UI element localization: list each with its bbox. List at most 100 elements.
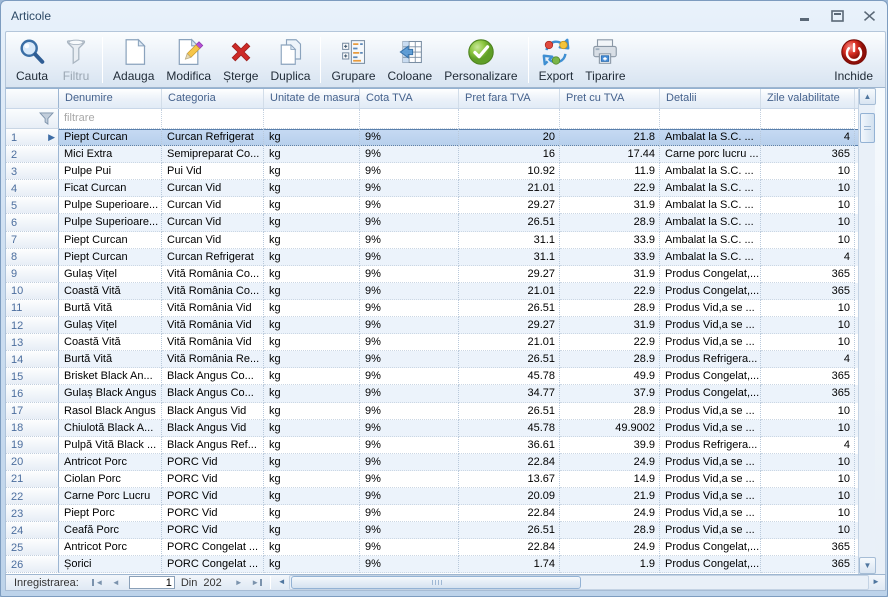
row-number[interactable]: 21: [6, 471, 59, 488]
cell-detalii[interactable]: Produs Vid,a se ...: [660, 317, 761, 334]
cell-pret-fara-tva[interactable]: 26.51: [459, 300, 560, 317]
cell-detalii[interactable]: Produs Refrigera...: [660, 437, 761, 454]
cell-zile-valabilitate[interactable]: 10: [761, 420, 855, 437]
cell-categoria[interactable]: Curcan Vid: [162, 214, 264, 231]
table-row[interactable]: 24Ceafă PorcPORC Vidkg9%26.5128.9Produs …: [6, 522, 885, 539]
cell-detalii[interactable]: Ambalat la S.C. ...: [660, 163, 761, 180]
row-number[interactable]: 19: [6, 437, 59, 454]
table-row[interactable]: 3Pulpe PuiPui Vidkg9%10.9211.9Ambalat la…: [6, 163, 885, 180]
cell-pret-cu-tva[interactable]: 11.9: [560, 163, 660, 180]
cell-categoria[interactable]: Vită România Co...: [162, 266, 264, 283]
row-number[interactable]: 20: [6, 454, 59, 471]
cell-cota-tva[interactable]: 9%: [360, 197, 459, 214]
cell-pret-cu-tva[interactable]: 37.9: [560, 385, 660, 402]
current-record-input[interactable]: [129, 576, 175, 589]
vertical-scroll-track[interactable]: [859, 105, 875, 557]
cell-pret-fara-tva[interactable]: 13.67: [459, 471, 560, 488]
cell-denumire[interactable]: Pulpă Vită Black ...: [59, 437, 162, 454]
filter-row-header[interactable]: [6, 109, 59, 129]
cell-cota-tva[interactable]: 9%: [360, 539, 459, 556]
row-number[interactable]: 14: [6, 351, 59, 368]
tiparire-button[interactable]: Tiparire: [579, 34, 631, 86]
cell-denumire[interactable]: Pulpe Superioare...: [59, 214, 162, 231]
cell-unitate-de-masura[interactable]: kg: [264, 300, 360, 317]
table-row[interactable]: 26ȘoriciPORC Congelat ...kg9%1.741.9Prod…: [6, 556, 885, 573]
cell-unitate-de-masura[interactable]: kg: [264, 368, 360, 385]
cell-detalii[interactable]: Produs Congelat,...: [660, 539, 761, 556]
first-record-icon[interactable]: ◄: [89, 576, 107, 590]
filter-input-unitate-de-masura[interactable]: [264, 109, 360, 129]
cell-unitate-de-masura[interactable]: kg: [264, 129, 360, 146]
cell-pret-fara-tva[interactable]: 26.51: [459, 351, 560, 368]
cell-categoria[interactable]: PORC Congelat ...: [162, 539, 264, 556]
adauga-button[interactable]: Adauga: [107, 34, 160, 86]
column-header-pret-fara-tva[interactable]: Pret fara TVA: [459, 89, 560, 108]
cell-zile-valabilitate[interactable]: 10: [761, 471, 855, 488]
modifica-button[interactable]: Modifica: [160, 34, 217, 86]
table-row[interactable]: 1▶Piept CurcanCurcan Refrigeratkg9%2021.…: [6, 129, 885, 146]
cell-categoria[interactable]: PORC Vid: [162, 488, 264, 505]
cell-unitate-de-masura[interactable]: kg: [264, 505, 360, 522]
cell-pret-cu-tva[interactable]: 17.44: [560, 146, 660, 163]
cell-categoria[interactable]: Curcan Refrigerat: [162, 129, 264, 146]
cell-pret-fara-tva[interactable]: 16: [459, 146, 560, 163]
cell-zile-valabilitate[interactable]: 10: [761, 163, 855, 180]
cell-categoria[interactable]: Black Angus Ref...: [162, 437, 264, 454]
cell-categoria[interactable]: Vită România Vid: [162, 317, 264, 334]
row-number[interactable]: 5: [6, 197, 59, 214]
table-row[interactable]: 18Chiulotă Black A...Black Angus Vidkg9%…: [6, 420, 885, 437]
cell-zile-valabilitate[interactable]: 4: [761, 351, 855, 368]
cell-detalii[interactable]: Ambalat la S.C. ...: [660, 180, 761, 197]
cell-categoria[interactable]: Curcan Refrigerat: [162, 249, 264, 266]
cell-zile-valabilitate[interactable]: 10: [761, 454, 855, 471]
cell-categoria[interactable]: Black Angus Co...: [162, 385, 264, 402]
cell-categoria[interactable]: Vită România Vid: [162, 334, 264, 351]
cell-pret-cu-tva[interactable]: 22.9: [560, 283, 660, 300]
cell-unitate-de-masura[interactable]: kg: [264, 488, 360, 505]
cell-pret-cu-tva[interactable]: 24.9: [560, 454, 660, 471]
cell-pret-cu-tva[interactable]: 21.9: [560, 488, 660, 505]
cell-zile-valabilitate[interactable]: 10: [761, 197, 855, 214]
row-number[interactable]: 8: [6, 249, 59, 266]
cell-unitate-de-masura[interactable]: kg: [264, 266, 360, 283]
duplica-button[interactable]: Duplica: [264, 34, 316, 86]
row-number[interactable]: 24: [6, 522, 59, 539]
cell-zile-valabilitate[interactable]: 10: [761, 232, 855, 249]
table-row[interactable]: 22Carne Porc LucruPORC Vidkg9%20.0921.9P…: [6, 488, 885, 505]
cell-cota-tva[interactable]: 9%: [360, 403, 459, 420]
cell-pret-cu-tva[interactable]: 28.9: [560, 214, 660, 231]
cell-unitate-de-masura[interactable]: kg: [264, 334, 360, 351]
cell-unitate-de-masura[interactable]: kg: [264, 317, 360, 334]
cell-pret-fara-tva[interactable]: 26.51: [459, 214, 560, 231]
cell-zile-valabilitate[interactable]: 365: [761, 146, 855, 163]
cell-unitate-de-masura[interactable]: kg: [264, 180, 360, 197]
cell-denumire[interactable]: Brisket Black An...: [59, 368, 162, 385]
cell-zile-valabilitate[interactable]: 10: [761, 403, 855, 420]
cell-pret-cu-tva[interactable]: 24.9: [560, 539, 660, 556]
column-header-pret-cu-tva[interactable]: Pret cu TVA: [560, 89, 660, 108]
table-row[interactable]: 6Pulpe Superioare...Curcan Vidkg9%26.512…: [6, 214, 885, 231]
vertical-scroll-thumb[interactable]: [860, 113, 875, 143]
scroll-right-icon[interactable]: ►: [869, 575, 883, 590]
cell-zile-valabilitate[interactable]: 10: [761, 214, 855, 231]
table-row[interactable]: 20Antricot PorcPORC Vidkg9%22.8424.9Prod…: [6, 454, 885, 471]
cell-denumire[interactable]: Carne Porc Lucru: [59, 488, 162, 505]
cell-unitate-de-masura[interactable]: kg: [264, 214, 360, 231]
filter-input-categoria[interactable]: [162, 109, 264, 129]
cell-detalii[interactable]: Carne porc lucru ...: [660, 146, 761, 163]
cell-denumire[interactable]: Ficat Curcan: [59, 180, 162, 197]
cell-zile-valabilitate[interactable]: 365: [761, 539, 855, 556]
cell-cota-tva[interactable]: 9%: [360, 420, 459, 437]
cell-categoria[interactable]: Curcan Vid: [162, 180, 264, 197]
cell-detalii[interactable]: Produs Vid,a se ...: [660, 403, 761, 420]
cell-cota-tva[interactable]: 9%: [360, 471, 459, 488]
cell-pret-cu-tva[interactable]: 1.9: [560, 556, 660, 573]
cell-cota-tva[interactable]: 9%: [360, 437, 459, 454]
cell-cota-tva[interactable]: 9%: [360, 488, 459, 505]
cell-pret-cu-tva[interactable]: 21.8: [560, 129, 660, 146]
row-number[interactable]: 18: [6, 420, 59, 437]
inchide-button[interactable]: Inchide: [828, 34, 879, 86]
column-header-zile-valabilitate[interactable]: Zile valabilitate: [761, 89, 855, 108]
cell-unitate-de-masura[interactable]: kg: [264, 232, 360, 249]
cell-detalii[interactable]: Produs Vid,a se ...: [660, 420, 761, 437]
